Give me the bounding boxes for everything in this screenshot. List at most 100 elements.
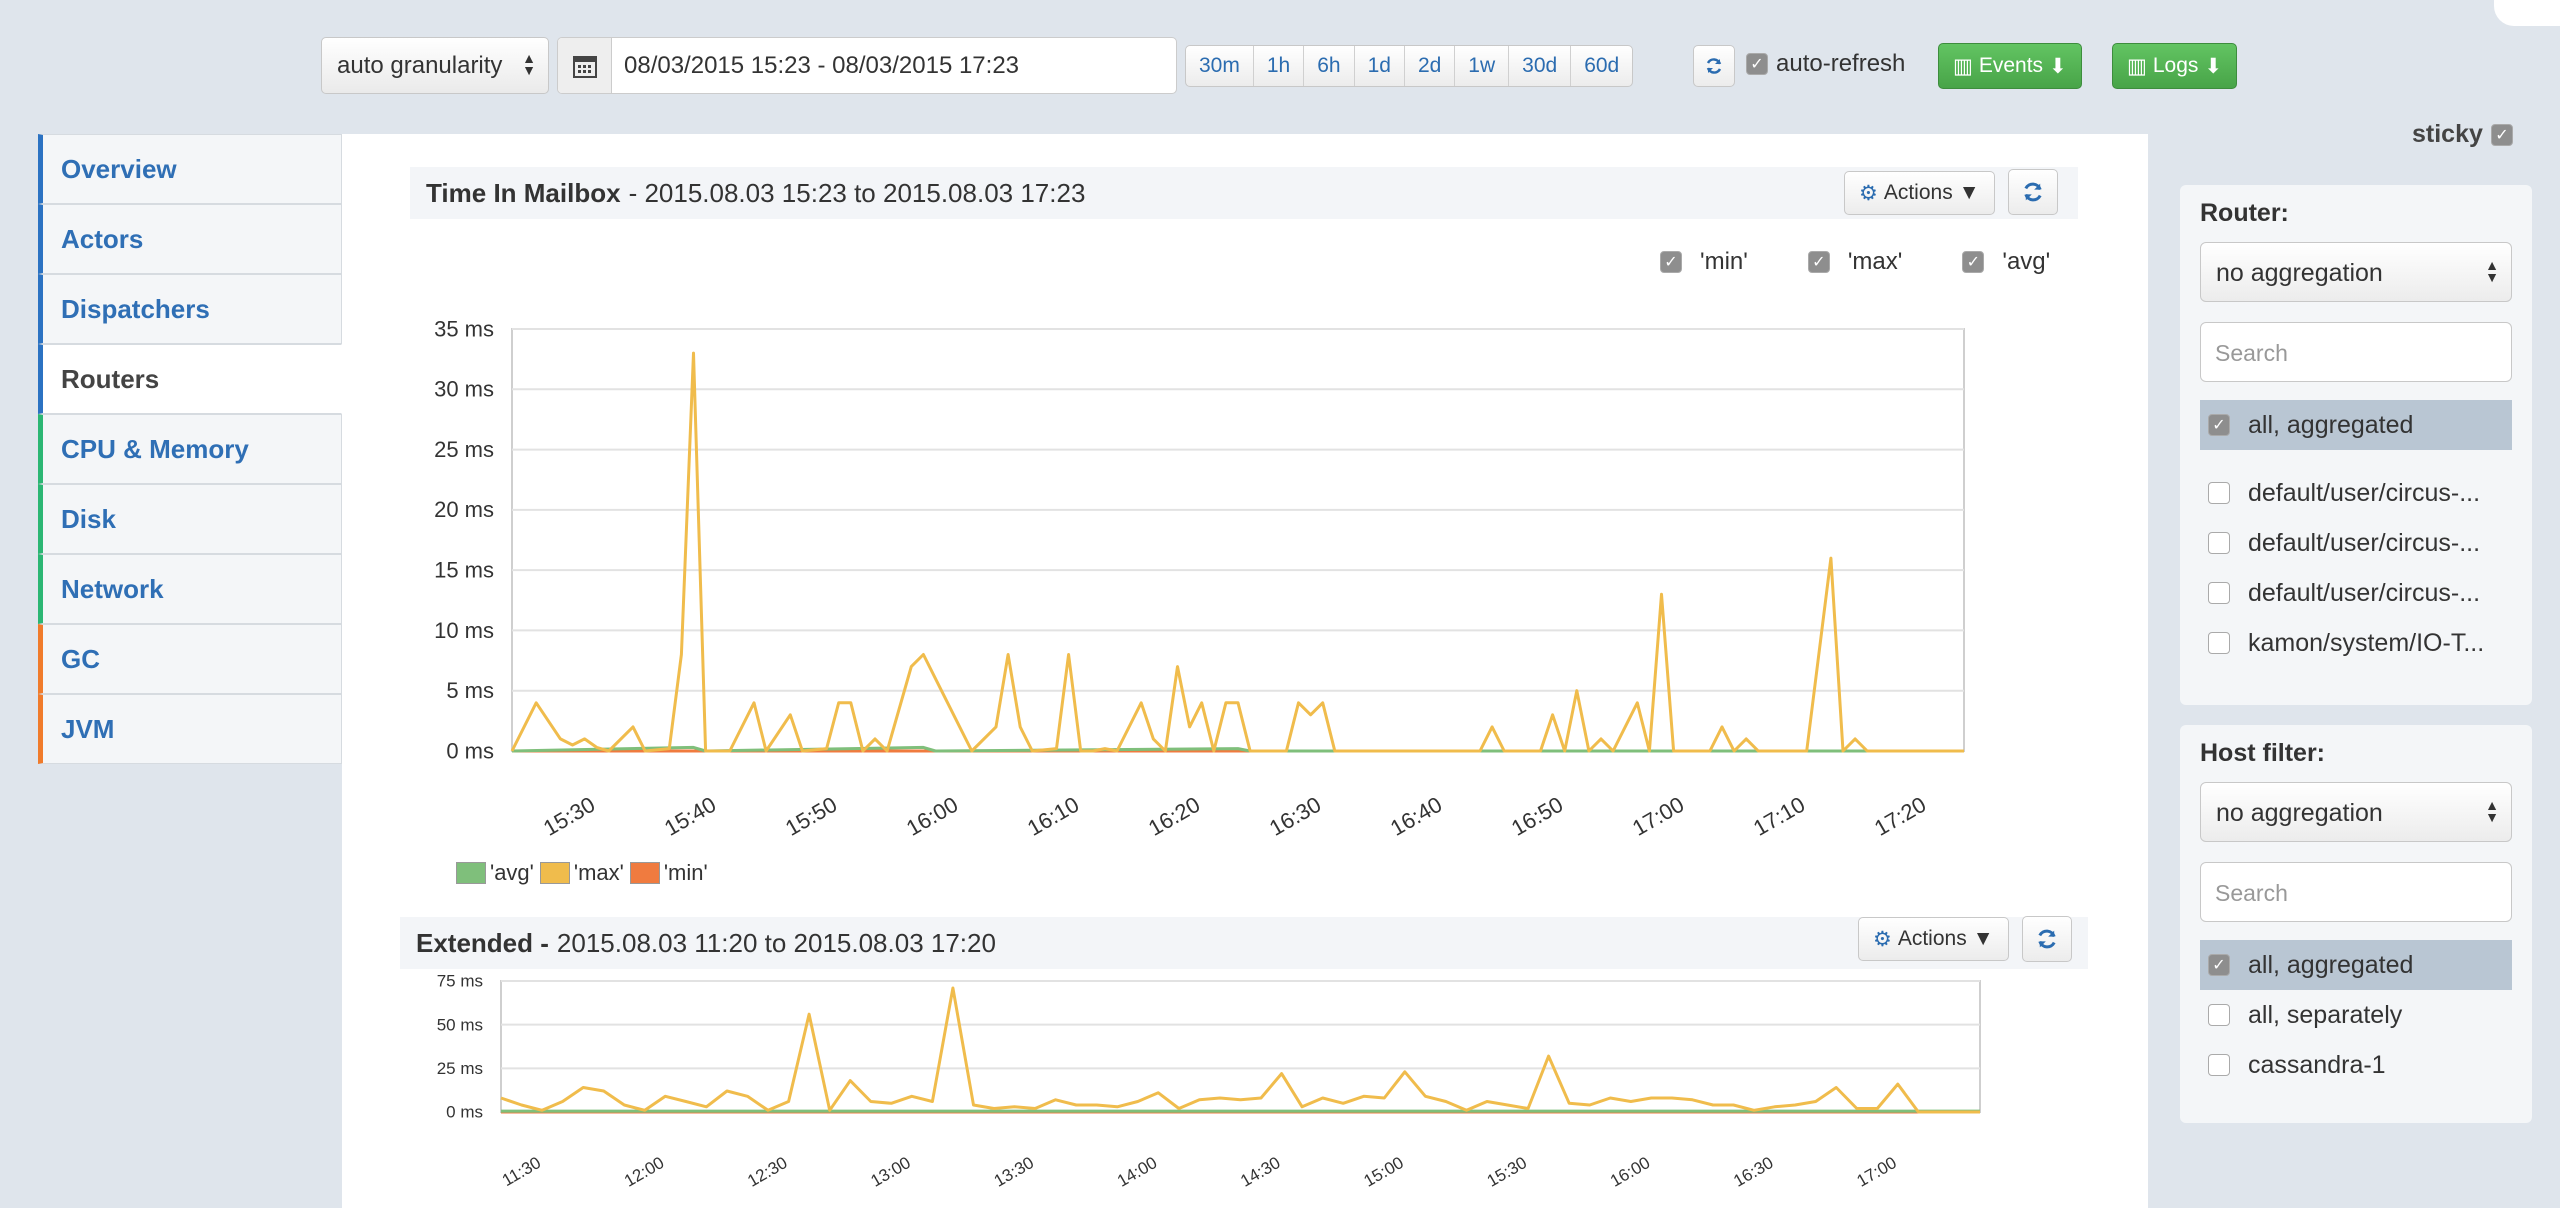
y-tick-label: 50 ms [437,1015,483,1034]
x-tick-label: 14:30 [1237,1153,1283,1191]
router-option[interactable]: default/user/circus-... [2200,518,2512,568]
option-checkbox[interactable] [2208,582,2230,604]
legend-swatch [456,862,486,884]
sidebar-item-network[interactable]: Network [38,554,342,624]
host-search-input[interactable]: Search [2200,862,2512,922]
sidebar-item-disk[interactable]: Disk [38,484,342,554]
series-toggle[interactable]: ✓ 'avg' [1962,248,2050,276]
y-tick-label: 35 ms [434,316,494,341]
y-tick-label: 0 ms [446,1103,483,1122]
series-checkbox[interactable]: ✓ [1660,251,1682,273]
router-aggregation-select[interactable]: no aggregation ▲ ▼ [2200,242,2512,302]
panel-refresh-button[interactable] [2022,916,2072,962]
x-tick-label: 17:10 [1749,792,1809,841]
option-label: default/user/circus-... [2248,578,2481,607]
x-tick-label: 15:30 [539,792,599,841]
series-checkbox[interactable]: ✓ [1962,251,1985,273]
router-options: ✓ all, aggregated default/user/circus-... d… [2200,400,2512,668]
x-tick-label: 16:50 [1507,792,1567,841]
refresh-button[interactable] [1693,45,1735,87]
sidebar-item-gc[interactable]: GC [38,624,342,694]
panel-refresh-button[interactable] [2008,169,2058,215]
auto-refresh-checkbox[interactable]: ✓ [1746,53,1768,75]
x-tick-label: 16:20 [1144,792,1204,841]
caret-down-icon: ▼ [1972,927,1994,950]
select-arrows-icon: ▲ ▼ [522,50,536,78]
logs-button[interactable]: ▥ Logs ⬇ [2112,43,2237,89]
option-checkbox[interactable]: ✓ [2208,414,2230,436]
range-button-6h[interactable]: 6h [1304,46,1355,86]
router-filter-label: Router: [2200,199,2289,227]
series-toggle[interactable]: ✓ 'max' [1807,248,1902,276]
sticky-toggle[interactable]: sticky ✓ [2412,120,2513,149]
x-tick-label: 16:40 [1386,792,1446,841]
select-arrows-icon: ▲ ▼ [2485,797,2499,825]
range-button-30m[interactable]: 30m [1186,46,1254,86]
router-search-input[interactable]: Search [2200,322,2512,382]
range-button-2d[interactable]: 2d [1405,46,1456,86]
x-tick-label: 16:10 [1023,792,1083,841]
series-toggles: ✓ 'min' ✓ 'max' ✓ 'avg' [1660,248,2090,276]
legend-swatch [539,862,570,884]
range-button-60d[interactable]: 60d [1571,46,1632,86]
range-button-1d[interactable]: 1d [1355,46,1405,86]
date-range-field[interactable]: 08/03/2015 15:23 - 08/03/2015 17:23 [557,37,1177,94]
series-checkbox[interactable]: ✓ [1807,251,1830,273]
range-button-30d[interactable]: 30d [1509,46,1572,86]
calendar-icon[interactable] [558,38,612,93]
x-tick-label: 15:50 [781,792,841,841]
series-toggle-label: 'avg' [2002,248,2051,275]
sidebar-item-dispatchers[interactable]: Dispatchers [38,274,342,344]
actions-button[interactable]: ⚙ Actions ▼ [1858,917,2009,961]
option-label: cassandra-1 [2248,1050,2386,1079]
option-checkbox[interactable] [2208,1054,2230,1076]
host-filter-label: Host filter: [2200,739,2325,767]
host-option[interactable]: all, separately [2200,990,2512,1040]
panel-header-time-in-mailbox: Time In Mailbox - 2015.08.03 15:23 to 20… [410,167,2078,219]
refresh-icon [2038,929,2056,949]
router-option[interactable]: default/user/circus-... [2200,468,2512,518]
series-toggle[interactable]: ✓ 'min' [1660,248,1748,276]
y-tick-label: 15 ms [434,557,494,582]
x-tick-label: 17:20 [1870,792,1930,841]
extended-chart: 0 ms 25 ms 50 ms 75 ms 11:30 12:00 12:30 13:00 1… [437,972,1981,1191]
y-tick-label: 25 ms [437,1059,483,1078]
option-checkbox[interactable] [2208,532,2230,554]
panel-subtitle: - 2015.08.03 15:23 to 2015.08.03 17:23 [628,177,1086,208]
option-checkbox[interactable] [2208,632,2230,654]
sidebar-item-routers[interactable]: Routers [38,344,342,414]
events-button[interactable]: ▥ Events ⬇ [1938,43,2082,89]
option-label: all, separately [2248,1000,2403,1029]
option-checkbox[interactable] [2208,1004,2230,1026]
router-option[interactable]: kamon/system/IO-T... [2200,618,2512,668]
router-option[interactable]: ✓ all, aggregated [2200,400,2512,450]
granularity-select[interactable]: auto granularity ▲ ▼ [321,37,549,94]
y-tick-label: 0 ms [446,738,494,763]
host-option[interactable]: cassandra-1 [2200,1040,2512,1090]
option-checkbox[interactable] [2208,482,2230,504]
corner-menu-icon[interactable] [2494,0,2560,26]
sidebar-item-jvm[interactable]: JVM [38,694,342,764]
router-aggregation-value: no aggregation [2216,259,2383,287]
logs-label: Logs [2152,54,2199,77]
range-button-1w[interactable]: 1w [1455,46,1510,86]
auto-refresh-toggle[interactable]: ✓ auto-refresh [1746,50,1905,78]
host-aggregation-value: no aggregation [2216,799,2383,827]
host-option[interactable]: ✓ all, aggregated [2200,940,2512,990]
host-aggregation-select[interactable]: no aggregation ▲ ▼ [2200,782,2512,842]
router-option[interactable]: default/user/circus-... [2200,568,2512,618]
sticky-checkbox[interactable]: ✓ [2490,123,2513,146]
sidebar-item-actors[interactable]: Actors [38,204,342,274]
sidebar-item-overview[interactable]: Overview [38,134,342,204]
option-label: kamon/system/IO-T... [2248,628,2485,657]
host-filter-panel: Host filter: no aggregation ▲ ▼ Search ✓ a… [2180,725,2532,1123]
sidebar-item-cpu-memory[interactable]: CPU & Memory [38,414,342,484]
range-button-1h[interactable]: 1h [1254,46,1305,86]
legend-label: 'min' [663,860,708,885]
option-checkbox[interactable]: ✓ [2208,954,2230,976]
refresh-icon [1706,58,1722,74]
x-tick-label: 15:30 [1484,1153,1530,1191]
events-label: Events [1978,54,2044,77]
date-range-value: 08/03/2015 15:23 - 08/03/2015 17:23 [624,52,1020,79]
actions-button[interactable]: ⚙ Actions ▼ [1844,171,1995,215]
